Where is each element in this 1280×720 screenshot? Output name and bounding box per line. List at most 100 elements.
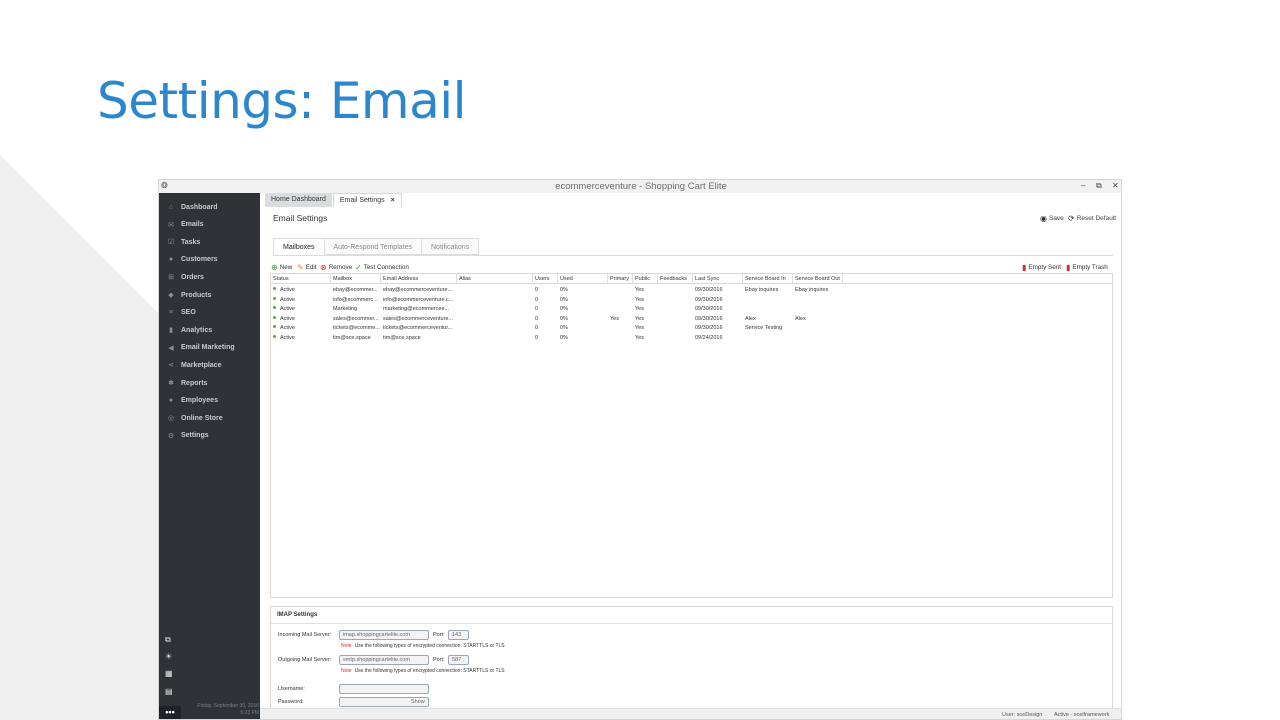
table-cell: 0: [535, 315, 539, 322]
column-header-alias[interactable]: Alias: [457, 274, 533, 284]
seo-icon: ≡: [168, 309, 174, 317]
incoming-port-label: Port:: [433, 632, 445, 638]
sidebar-item-label: Customers: [181, 256, 218, 264]
table-cell: [658, 314, 693, 324]
windows-icon[interactable]: ⧉: [165, 635, 171, 645]
table-cell: Yes: [635, 306, 644, 313]
sidebar-item-seo[interactable]: ≡ SEO: [159, 305, 260, 321]
tab-auto-respond-templates[interactable]: Auto-Respond Templates: [324, 238, 422, 255]
restore-icon[interactable]: ⧉: [1096, 180, 1102, 192]
tab-close-icon[interactable]: ×: [391, 197, 395, 204]
table-cell: [743, 333, 793, 343]
lightbulb-icon[interactable]: ☀: [165, 652, 172, 661]
table-cell: Active: [271, 323, 331, 333]
table-row[interactable]: Active ebay@ecommer... ebay@ecommerceventu…: [271, 285, 1112, 295]
table-row[interactable]: Active info@ecommerc... info@ecommercevent…: [271, 295, 1112, 305]
tab-mailboxes[interactable]: Mailboxes: [273, 238, 325, 255]
outgoing-server-input[interactable]: smtp.shoppingcartelite.com: [339, 655, 429, 665]
sidebar-item-online-store[interactable]: ◎ Online Store: [159, 410, 260, 426]
table-cell: 0%: [560, 315, 568, 322]
table-cell: [793, 333, 843, 343]
plus-icon: ⊕: [271, 263, 278, 272]
table-cell: Service Testing: [745, 325, 783, 332]
status-dot-icon: [273, 325, 276, 329]
table-cell: [658, 295, 693, 305]
sidebar-item-tasks[interactable]: ☑ Tasks: [159, 234, 260, 250]
sidebar-item-customers[interactable]: ● Customers: [159, 252, 260, 268]
table-cell: [608, 323, 633, 333]
globe-icon: ◎: [167, 415, 175, 423]
more-button[interactable]: •••: [159, 706, 181, 719]
sidebar-item-marketplace[interactable]: ⋖ Marketplace: [159, 357, 260, 373]
sidebar-item-label: Dashboard: [181, 203, 218, 211]
column-header-users[interactable]: Users: [533, 274, 558, 284]
status-user: User: sceDesign: [1002, 712, 1043, 718]
calculator-icon[interactable]: ▦: [165, 669, 173, 678]
note-key: Note: [341, 643, 352, 649]
table-cell: 09/30/2016: [695, 296, 723, 303]
note-text: Use the following types of encrypted con…: [354, 668, 505, 674]
edit-icon: ✎: [297, 263, 304, 272]
title-bar: ❂ ecommerceventure - Shopping Cart Elite…: [159, 180, 1121, 193]
table-cell: [457, 333, 533, 343]
sidebar-item-emails[interactable]: ✉ Emails: [159, 217, 260, 233]
table-row[interactable]: Active sales@ecommer... sales@ecommerceven…: [271, 314, 1112, 324]
sidebar-item-analytics[interactable]: ▮ Analytics: [159, 322, 260, 338]
empty-trash-button[interactable]: ▮ Empty Trash: [1066, 263, 1108, 272]
empty-sent-button[interactable]: ▮ Empty Sent: [1022, 263, 1061, 272]
save-icon: ◉: [1040, 214, 1047, 223]
close-icon[interactable]: ✕: [1112, 180, 1119, 192]
show-password-button[interactable]: Show: [411, 699, 425, 705]
table-cell: [793, 295, 843, 305]
table-cell: Alex: [795, 315, 806, 322]
table-cell: marketing@ecommercee...: [383, 306, 450, 313]
outgoing-port-input[interactable]: 587: [448, 655, 469, 665]
column-header-primary[interactable]: Primary: [608, 274, 633, 284]
sidebar-item-settings[interactable]: ⚙ Settings: [159, 428, 260, 444]
calendar-icon[interactable]: ▤: [165, 687, 173, 696]
incoming-port-input[interactable]: 143: [448, 630, 469, 640]
edit-button[interactable]: ✎ Edit: [297, 263, 317, 272]
table-cell: 0%: [560, 325, 568, 332]
new-button[interactable]: ⊕ New: [271, 263, 292, 272]
tab-home-dashboard[interactable]: Home Dashboard: [265, 193, 333, 207]
column-header-service-board-in[interactable]: Service Board In: [743, 274, 793, 284]
sidebar-item-label: Email Marketing: [181, 344, 235, 352]
table-cell: [743, 295, 793, 305]
table-cell: [658, 285, 693, 295]
table-cell: 09/30/2016: [695, 315, 723, 322]
tab-notifications[interactable]: Notifications: [422, 238, 480, 255]
table-cell: Active: [271, 285, 331, 295]
sidebar-item-dashboard[interactable]: ⌂ Dashboard: [159, 199, 260, 215]
remove-button[interactable]: ⊗ Remove: [320, 263, 352, 272]
column-header-used[interactable]: Used: [558, 274, 608, 284]
sidebar-item-email-marketing[interactable]: ◀ Email Marketing: [159, 340, 260, 356]
column-header-mailbox[interactable]: Mailbox: [331, 274, 381, 284]
tab-email-settings[interactable]: Email Settings ×: [332, 193, 402, 207]
column-header-service-board-out[interactable]: Service Board Out: [793, 274, 843, 284]
table-row[interactable]: Active Marketing marketing@ecommercee... 0 0…: [271, 304, 1112, 314]
table-row[interactable]: Active tickets@ecomme... tickets@ecommerce…: [271, 323, 1112, 333]
column-header-last-sync[interactable]: Last Sync: [693, 274, 743, 284]
remove-label: Remove: [328, 264, 353, 271]
test-connection-button[interactable]: ✓ Test Connection: [355, 263, 409, 272]
column-header-feedbacks[interactable]: Feedbacks: [658, 274, 693, 284]
incoming-server-input[interactable]: imap.shoppingcartelite.com: [339, 630, 429, 640]
sidebar-item-orders[interactable]: ⊞ Orders: [159, 269, 260, 285]
column-header-email-address[interactable]: Email Address: [381, 274, 457, 284]
column-header-status[interactable]: Status: [271, 274, 331, 284]
table-row[interactable]: Active tim@sce.space tim@sce.space 0 0% Yes 09…: [271, 333, 1112, 343]
table-cell: Yes: [635, 287, 644, 293]
home-icon: ⌂: [168, 203, 174, 211]
sidebar-item-products[interactable]: ◆ Products: [159, 287, 260, 303]
reset-default-button[interactable]: ⟳ Reset Default: [1068, 214, 1116, 223]
window-title: ecommerceventure - Shopping Cart Elite: [555, 181, 727, 192]
column-header-public[interactable]: Public: [633, 274, 658, 284]
sidebar-item-reports[interactable]: ✱ Reports: [159, 375, 260, 391]
sidebar-item-employees[interactable]: ● Employees: [159, 393, 260, 409]
username-input[interactable]: [339, 684, 429, 694]
minimize-icon[interactable]: –: [1081, 180, 1085, 192]
megaphone-icon: ◀: [168, 344, 174, 352]
incoming-note: Note Use the following types of encrypted…: [341, 643, 505, 649]
save-button[interactable]: ◉ Save: [1040, 214, 1064, 223]
